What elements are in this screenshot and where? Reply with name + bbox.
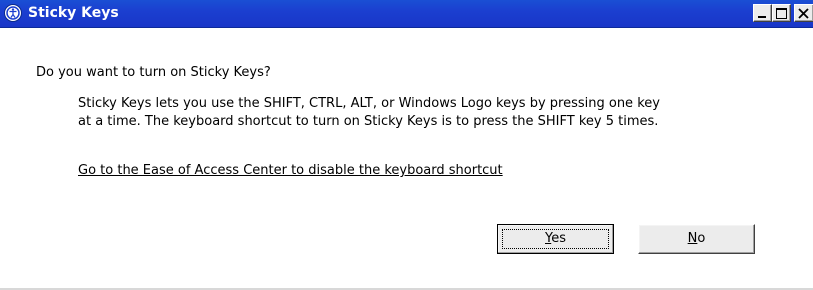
yes-button-label: Yes bbox=[545, 231, 566, 246]
ease-of-access-center-link[interactable]: Go to the Ease of Access Center to disab… bbox=[78, 163, 503, 178]
maximize-icon bbox=[776, 8, 787, 19]
yes-label-rest: es bbox=[551, 231, 566, 246]
no-label-rest: o bbox=[697, 231, 706, 246]
minimize-icon bbox=[758, 16, 766, 18]
dialog-question: Do you want to turn on Sticky Keys? bbox=[36, 65, 271, 80]
minimize-button[interactable] bbox=[753, 4, 772, 22]
description-line-1: Sticky Keys lets you use the SHIFT, CTRL… bbox=[78, 96, 660, 111]
dialog-description: Sticky Keys lets you use the SHIFT, CTRL… bbox=[78, 95, 798, 131]
dialog-body: Do you want to turn on Sticky Keys? Stic… bbox=[0, 28, 813, 290]
no-button[interactable]: No bbox=[638, 224, 755, 254]
close-icon bbox=[798, 8, 809, 19]
title-bar[interactable]: Sticky Keys bbox=[0, 0, 813, 28]
window-title: Sticky Keys bbox=[28, 5, 119, 21]
ease-of-access-icon bbox=[4, 4, 22, 22]
no-button-label: No bbox=[688, 231, 706, 246]
no-mnemonic: N bbox=[687, 231, 698, 246]
close-button[interactable] bbox=[794, 4, 813, 22]
description-line-2: at a time. The keyboard shortcut to turn… bbox=[78, 114, 659, 129]
maximize-button[interactable] bbox=[772, 4, 791, 22]
sticky-keys-dialog: Sticky Keys Do you want to turn on Stick… bbox=[0, 0, 813, 290]
yes-button[interactable]: Yes bbox=[497, 224, 614, 254]
